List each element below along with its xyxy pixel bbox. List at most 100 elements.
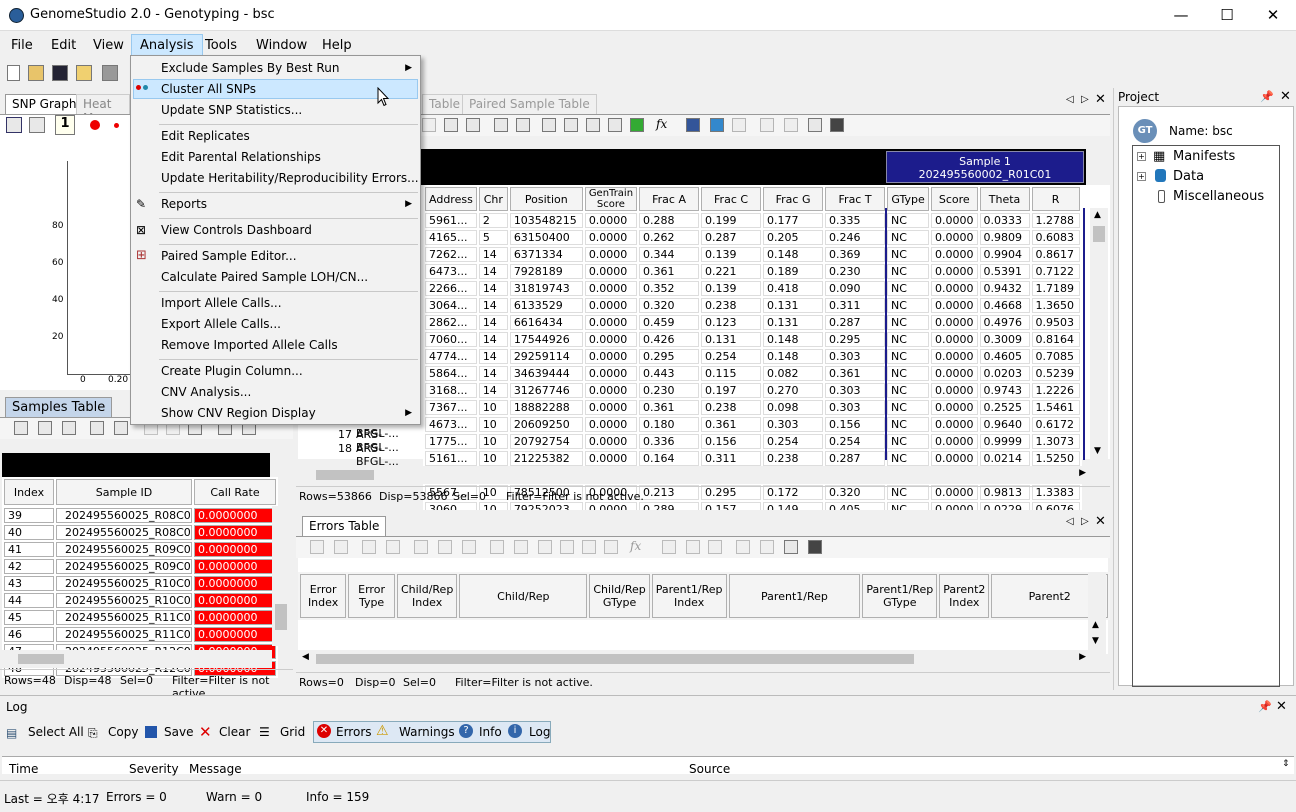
cell[interactable]: NC <box>887 349 930 364</box>
pie-icon[interactable] <box>604 540 618 554</box>
cell[interactable]: 0.0000 <box>931 366 978 381</box>
row-sample-id[interactable]: 202495560025_R08C02 <box>56 525 192 540</box>
cell[interactable]: 14 <box>478 383 508 398</box>
cell[interactable]: 0.361 <box>701 417 762 432</box>
cell[interactable]: 0.0000 <box>584 366 638 381</box>
col-sample-id[interactable]: Sample ID <box>56 479 192 505</box>
line-chart-icon[interactable] <box>490 540 504 554</box>
heatmap-icon[interactable] <box>630 118 644 132</box>
cell[interactable]: 21225382 <box>509 451 583 466</box>
col-header[interactable]: Parent1/Rep <box>728 574 861 618</box>
cell[interactable]: 103548215 <box>509 213 583 228</box>
cell[interactable]: 0.3009 <box>979 332 1030 347</box>
pane-close-icon[interactable]: ✕ <box>1095 92 1106 107</box>
cell[interactable]: 0.9904 <box>979 247 1030 262</box>
cell[interactable]: NC <box>887 451 930 466</box>
candle-icon[interactable] <box>564 118 578 132</box>
cell[interactable]: 1.3650 <box>1031 298 1080 313</box>
col-header[interactable]: Parent1/Rep Index <box>651 574 727 618</box>
table-row[interactable]: 3168... 14 31267746 0.0000 0.230 0.197 0.270 0.… <box>425 383 1080 398</box>
cell[interactable]: 29259114 <box>509 349 583 364</box>
grid-toggle-icon[interactable] <box>808 540 822 554</box>
histogram-icon[interactable] <box>586 118 600 132</box>
cell[interactable]: 0.131 <box>763 298 824 313</box>
marker-icon[interactable] <box>808 118 822 132</box>
col-message[interactable]: Message <box>189 762 242 776</box>
table-row[interactable]: 5161... 10 21225382 0.0000 0.164 0.311 0.238 0.… <box>425 451 1080 466</box>
panel-close-icon[interactable]: ✕ <box>1280 89 1291 104</box>
table-row[interactable]: 4165... 5 63150400 0.0000 0.262 0.287 0.205 0.2… <box>425 230 1080 245</box>
cell[interactable]: 0.0000 <box>584 281 638 296</box>
cell[interactable]: 0.6172 <box>1031 417 1080 432</box>
snp-hscroll[interactable]: ▶ <box>298 466 1090 484</box>
col-header[interactable]: Score <box>931 187 978 211</box>
lock-icon[interactable] <box>736 540 750 554</box>
cell[interactable]: 0.0203 <box>979 366 1030 381</box>
cell[interactable]: 0.8164 <box>1031 332 1080 347</box>
row-call-rate[interactable]: 0.0000000 <box>194 559 276 574</box>
cell[interactable]: 6371334 <box>509 247 583 262</box>
cell[interactable]: 0.361 <box>825 366 886 381</box>
cell[interactable]: 1.2226 <box>1031 383 1080 398</box>
cell[interactable]: 34639444 <box>509 366 583 381</box>
row-index[interactable]: 43 <box>4 576 54 591</box>
table-row[interactable]: 17 ARS-BFGL-... <box>338 428 422 454</box>
close-button[interactable]: ✕ <box>1250 0 1296 31</box>
cell[interactable]: 0.7122 <box>1031 264 1080 279</box>
tree-manifests[interactable]: Manifests <box>1173 149 1235 164</box>
cell[interactable]: 0.238 <box>701 400 762 415</box>
col-header[interactable]: Error Type <box>348 574 395 618</box>
cell[interactable]: 0.287 <box>825 451 886 466</box>
cell[interactable]: 4165... <box>425 230 477 245</box>
cell[interactable]: 0.0000 <box>584 349 638 364</box>
cell[interactable]: 0.131 <box>701 332 762 347</box>
cell[interactable]: 0.0000 <box>584 247 638 262</box>
cell[interactable]: 0.230 <box>825 264 886 279</box>
col-header[interactable]: Frac T <box>825 187 886 211</box>
menu-item[interactable]: Cluster All SNPs <box>161 82 256 96</box>
expand-icon[interactable]: + <box>1137 172 1146 181</box>
cell[interactable]: 0.8617 <box>1031 247 1080 262</box>
filter-funnel-icon[interactable] <box>686 540 700 554</box>
table-row[interactable]: 45 202495560025_R11C01 0.0000000 <box>4 610 276 625</box>
export-icon[interactable] <box>362 540 376 554</box>
cell[interactable]: 6616434 <box>509 315 583 330</box>
table-row[interactable]: 7367... 10 18882288 0.0000 0.361 0.238 0.098 0.… <box>425 400 1080 415</box>
table-row[interactable]: 2266... 14 31819743 0.0000 0.352 0.139 0.418 0.… <box>425 281 1080 296</box>
cell[interactable]: 0.4605 <box>979 349 1030 364</box>
pane-right-arrow-icon[interactable]: ▷ <box>1081 516 1089 527</box>
cell[interactable]: 5961... <box>425 213 477 228</box>
open-folder-icon[interactable] <box>28 65 44 81</box>
cell[interactable]: 0.295 <box>639 349 700 364</box>
menu-item[interactable]: Paired Sample Editor... <box>161 249 297 263</box>
cell[interactable]: 6133529 <box>509 298 583 313</box>
row-call-rate[interactable]: 0.0000000 <box>194 508 276 523</box>
cell[interactable]: 0.0000 <box>931 247 978 262</box>
table-row[interactable]: 44 202495560025_R10C02 0.0000000 <box>4 593 276 608</box>
pie-icon[interactable] <box>608 118 622 132</box>
cell[interactable]: 14 <box>478 281 508 296</box>
cell[interactable]: 0.287 <box>825 315 886 330</box>
col-header[interactable]: Theta <box>979 187 1030 211</box>
cell[interactable]: 0.0000 <box>584 434 638 449</box>
cell[interactable]: 0.418 <box>763 281 824 296</box>
cell[interactable]: 20609250 <box>509 417 583 432</box>
cell[interactable]: 0.115 <box>701 366 762 381</box>
cell[interactable]: 0.2525 <box>979 400 1030 415</box>
edit-icon[interactable] <box>38 421 52 435</box>
sort-icon[interactable] <box>414 540 428 554</box>
errors-hscroll[interactable]: ◀ ▶ <box>298 650 1090 668</box>
cell[interactable]: 2862... <box>425 315 477 330</box>
pane-right-arrow-icon[interactable]: ▷ <box>1081 94 1089 105</box>
menu-item[interactable]: Reports <box>161 197 207 211</box>
cell[interactable]: 14 <box>478 349 508 364</box>
scatter-plot-icon[interactable] <box>6 117 22 133</box>
cell[interactable]: 0.148 <box>763 349 824 364</box>
cell[interactable]: 0.246 <box>825 230 886 245</box>
table-icon[interactable] <box>14 421 28 435</box>
row-index[interactable]: 46 <box>4 627 54 642</box>
cell[interactable]: 0.7085 <box>1031 349 1080 364</box>
cell[interactable]: 0.270 <box>763 383 824 398</box>
cell[interactable]: 0.4668 <box>979 298 1030 313</box>
row-sample-id[interactable]: 202495560025_R09C01 <box>56 542 192 557</box>
